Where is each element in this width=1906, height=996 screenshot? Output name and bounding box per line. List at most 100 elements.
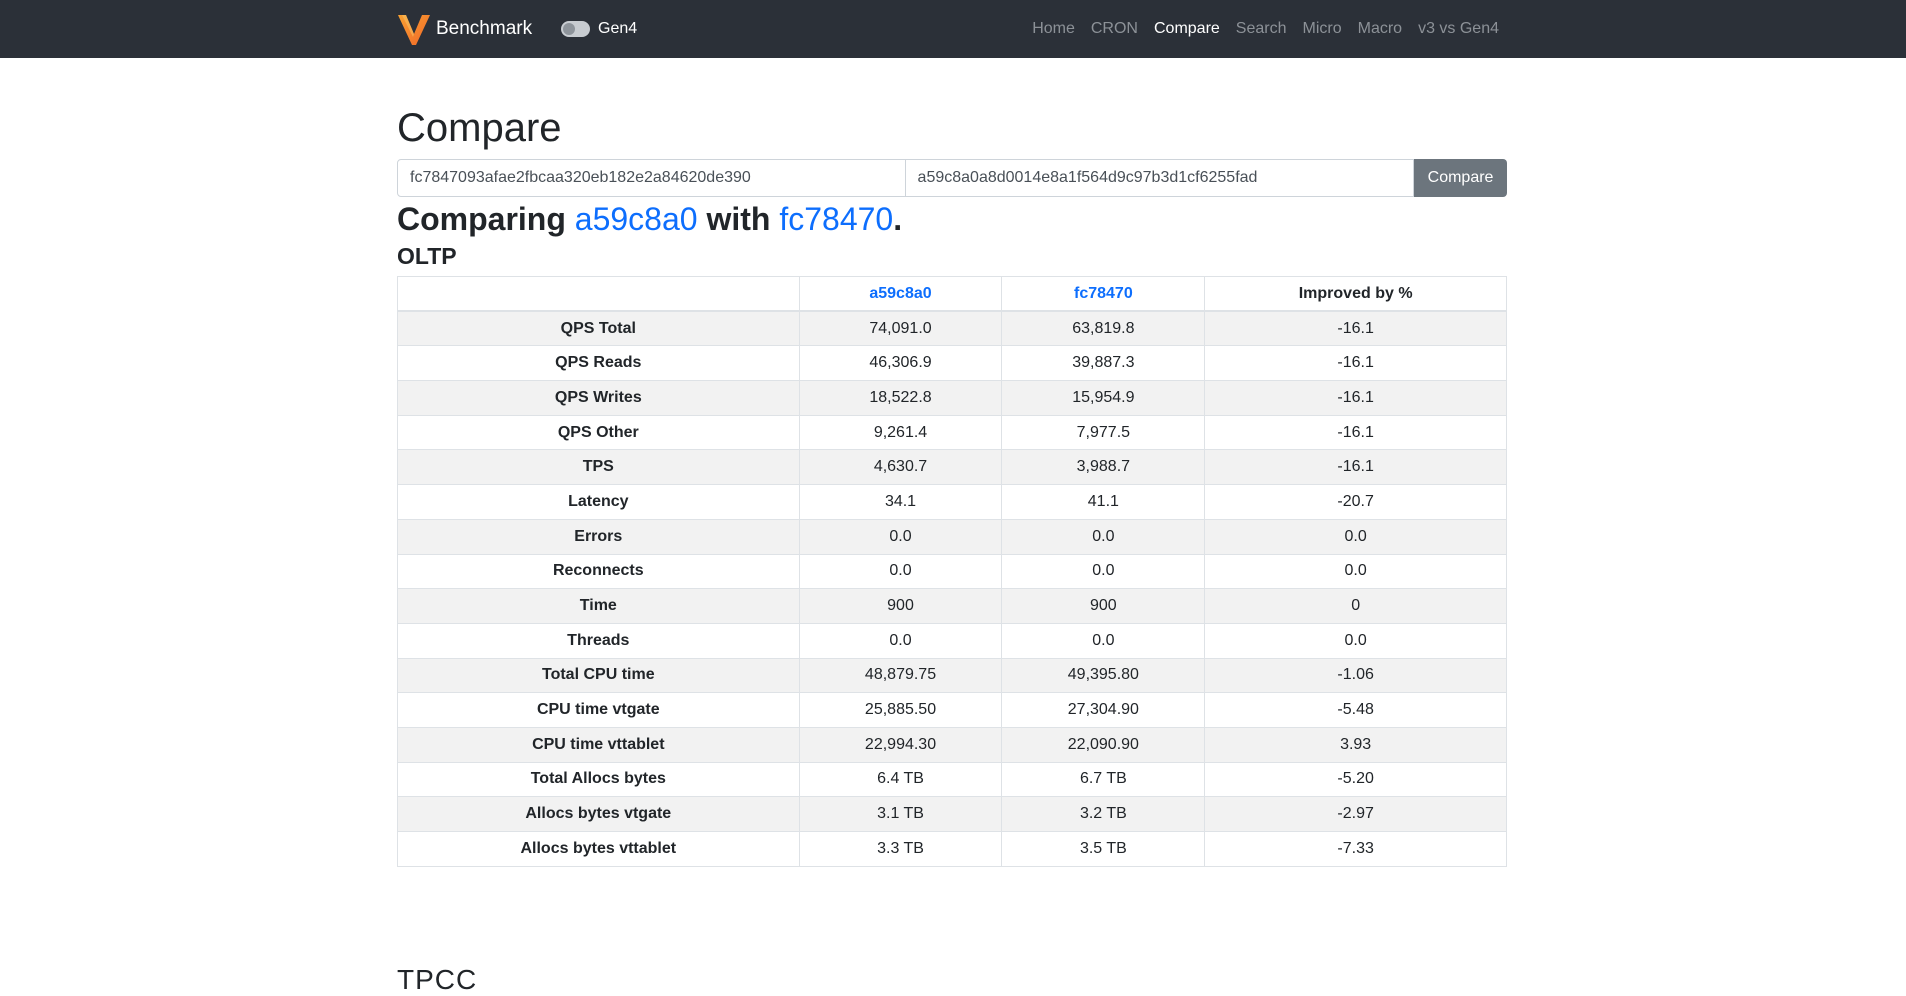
table-row: Total CPU time 48,879.75 49,395.80 -1.06	[397, 657, 1507, 694]
comparing-suffix: .	[893, 201, 903, 237]
metric-name: CPU time vttablet	[397, 726, 800, 763]
header-left-sha-link[interactable]: a59c8a0	[869, 285, 931, 302]
left-value: 0.0	[798, 518, 1003, 555]
right-value: 41.1	[1001, 484, 1206, 520]
table-row: Latency 34.1 41.1 -20.7	[397, 484, 1507, 520]
metric-name: Allocs bytes vttablet	[397, 831, 800, 867]
improved-value: -16.1	[1204, 449, 1507, 486]
section-title-oltp: OLTP	[397, 243, 457, 269]
comparing-middle: with	[697, 201, 780, 237]
brand-link[interactable]: Benchmark	[397, 12, 532, 46]
improved-value: -5.20	[1204, 761, 1507, 798]
improved-value: -7.33	[1204, 831, 1507, 867]
table-row: Total Allocs bytes 6.4 TB 6.7 TB -5.20	[397, 761, 1507, 798]
left-value: 9,261.4	[798, 414, 1003, 451]
comparing-prefix: Comparing	[397, 201, 575, 237]
left-sha-link[interactable]: a59c8a0	[575, 201, 698, 237]
improved-value: 3.93	[1204, 726, 1507, 763]
left-sha-input[interactable]	[397, 159, 906, 197]
table-row: Allocs bytes vttablet 3.3 TB 3.5 TB -7.33	[397, 831, 1507, 867]
table-row: Reconnects 0.0 0.0 0.0	[397, 553, 1507, 590]
vitess-logo-icon	[398, 15, 430, 45]
header-left-sha: a59c8a0	[798, 276, 1003, 313]
right-value: 6.7 TB	[1001, 761, 1206, 798]
nav-link-v3-vs-gen4[interactable]: v3 vs Gen4	[1418, 17, 1499, 41]
left-value: 46,306.9	[798, 345, 1003, 382]
right-value: 3.5 TB	[1001, 831, 1206, 867]
metric-name: Threads	[397, 622, 800, 659]
table-body: QPS Total 74,091.0 63,819.8 -16.1 QPS Reads 4…	[397, 310, 1507, 867]
right-value: 0.0	[1001, 622, 1206, 659]
improved-value: -5.48	[1204, 692, 1507, 728]
improved-value: -16.1	[1204, 345, 1507, 382]
oltp-results-table: a59c8a0 fc78470 Improved by % QPS Total 7…	[397, 276, 1507, 867]
improved-value: -16.1	[1204, 380, 1507, 416]
table-row: QPS Total 74,091.0 63,819.8 -16.1	[397, 310, 1507, 347]
improved-value: -1.06	[1204, 657, 1507, 694]
metric-name: Reconnects	[397, 553, 800, 590]
metric-name: Total CPU time	[397, 657, 800, 694]
nav-link-micro[interactable]: Micro	[1303, 17, 1342, 41]
nav-link-cron[interactable]: CRON	[1091, 17, 1138, 41]
toggle-switch[interactable]	[561, 21, 590, 37]
compare-form: Compare	[397, 159, 1507, 197]
table-row: Threads 0.0 0.0 0.0	[397, 622, 1507, 659]
comparing-heading: Comparing a59c8a0 with fc78470.	[397, 199, 1507, 239]
improved-value: -2.97	[1204, 796, 1507, 832]
right-value: 0.0	[1001, 518, 1206, 555]
header-right-sha: fc78470	[1001, 276, 1206, 313]
right-value: 27,304.90	[1001, 692, 1206, 728]
metric-name: QPS Other	[397, 414, 800, 451]
table-row: Errors 0.0 0.0 0.0	[397, 518, 1507, 555]
nav-link-macro[interactable]: Macro	[1358, 17, 1402, 41]
table-row: QPS Other 9,261.4 7,977.5 -16.1	[397, 414, 1507, 451]
right-value: 7,977.5	[1001, 414, 1206, 451]
metric-name: QPS Writes	[397, 380, 800, 416]
table-row: TPS 4,630.7 3,988.7 -16.1	[397, 449, 1507, 486]
header-metric	[397, 276, 800, 313]
improved-value: -16.1	[1204, 310, 1507, 347]
right-sha-link[interactable]: fc78470	[779, 201, 893, 237]
table-row: CPU time vtgate 25,885.50 27,304.90 -5.48	[397, 692, 1507, 728]
left-value: 0.0	[798, 622, 1003, 659]
metric-name: Errors	[397, 518, 800, 555]
right-value: 900	[1001, 588, 1206, 624]
nav-link-home[interactable]: Home	[1032, 17, 1075, 41]
table-header-row: a59c8a0 fc78470 Improved by %	[397, 276, 1507, 313]
gen4-toggle[interactable]: Gen4	[561, 18, 637, 40]
improved-value: 0.0	[1204, 622, 1507, 659]
metric-name: Time	[397, 588, 800, 624]
right-value: 15,954.9	[1001, 380, 1206, 416]
left-value: 3.1 TB	[798, 796, 1003, 832]
left-value: 74,091.0	[798, 310, 1003, 347]
table-row: Allocs bytes vtgate 3.1 TB 3.2 TB -2.97	[397, 796, 1507, 832]
improved-value: 0.0	[1204, 518, 1507, 555]
nav-link-search[interactable]: Search	[1236, 17, 1287, 41]
metric-name: Total Allocs bytes	[397, 761, 800, 798]
metric-name: CPU time vtgate	[397, 692, 800, 728]
gen4-toggle-label: Gen4	[598, 20, 638, 37]
left-value: 900	[798, 588, 1003, 624]
main-content: Compare Compare Comparing a59c8a0 with f…	[397, 58, 1507, 867]
table-row: QPS Reads 46,306.9 39,887.3 -16.1	[397, 345, 1507, 382]
header-improved: Improved by %	[1204, 276, 1507, 313]
left-value: 4,630.7	[798, 449, 1003, 486]
table-row: Time 900 900 0	[397, 588, 1507, 624]
header-right-sha-link[interactable]: fc78470	[1074, 285, 1133, 302]
left-value: 34.1	[798, 484, 1003, 520]
right-value: 0.0	[1001, 553, 1206, 590]
table-row: CPU time vttablet 22,994.30 22,090.90 3.93	[397, 726, 1507, 763]
right-value: 22,090.90	[1001, 726, 1206, 763]
brand-name: Benchmark	[436, 18, 533, 39]
section-title-tpcc: TPCC	[397, 964, 478, 995]
metric-name: Allocs bytes vtgate	[397, 796, 800, 832]
nav-link-compare[interactable]: Compare	[1154, 17, 1220, 41]
right-value: 3.2 TB	[1001, 796, 1206, 832]
compare-button[interactable]: Compare	[1414, 159, 1507, 197]
right-sha-input[interactable]	[905, 159, 1415, 197]
metric-name: QPS Reads	[397, 345, 800, 382]
metric-name: QPS Total	[397, 310, 800, 347]
page-title: Compare	[397, 106, 562, 150]
left-value: 3.3 TB	[798, 831, 1003, 867]
improved-value: 0	[1204, 588, 1507, 624]
